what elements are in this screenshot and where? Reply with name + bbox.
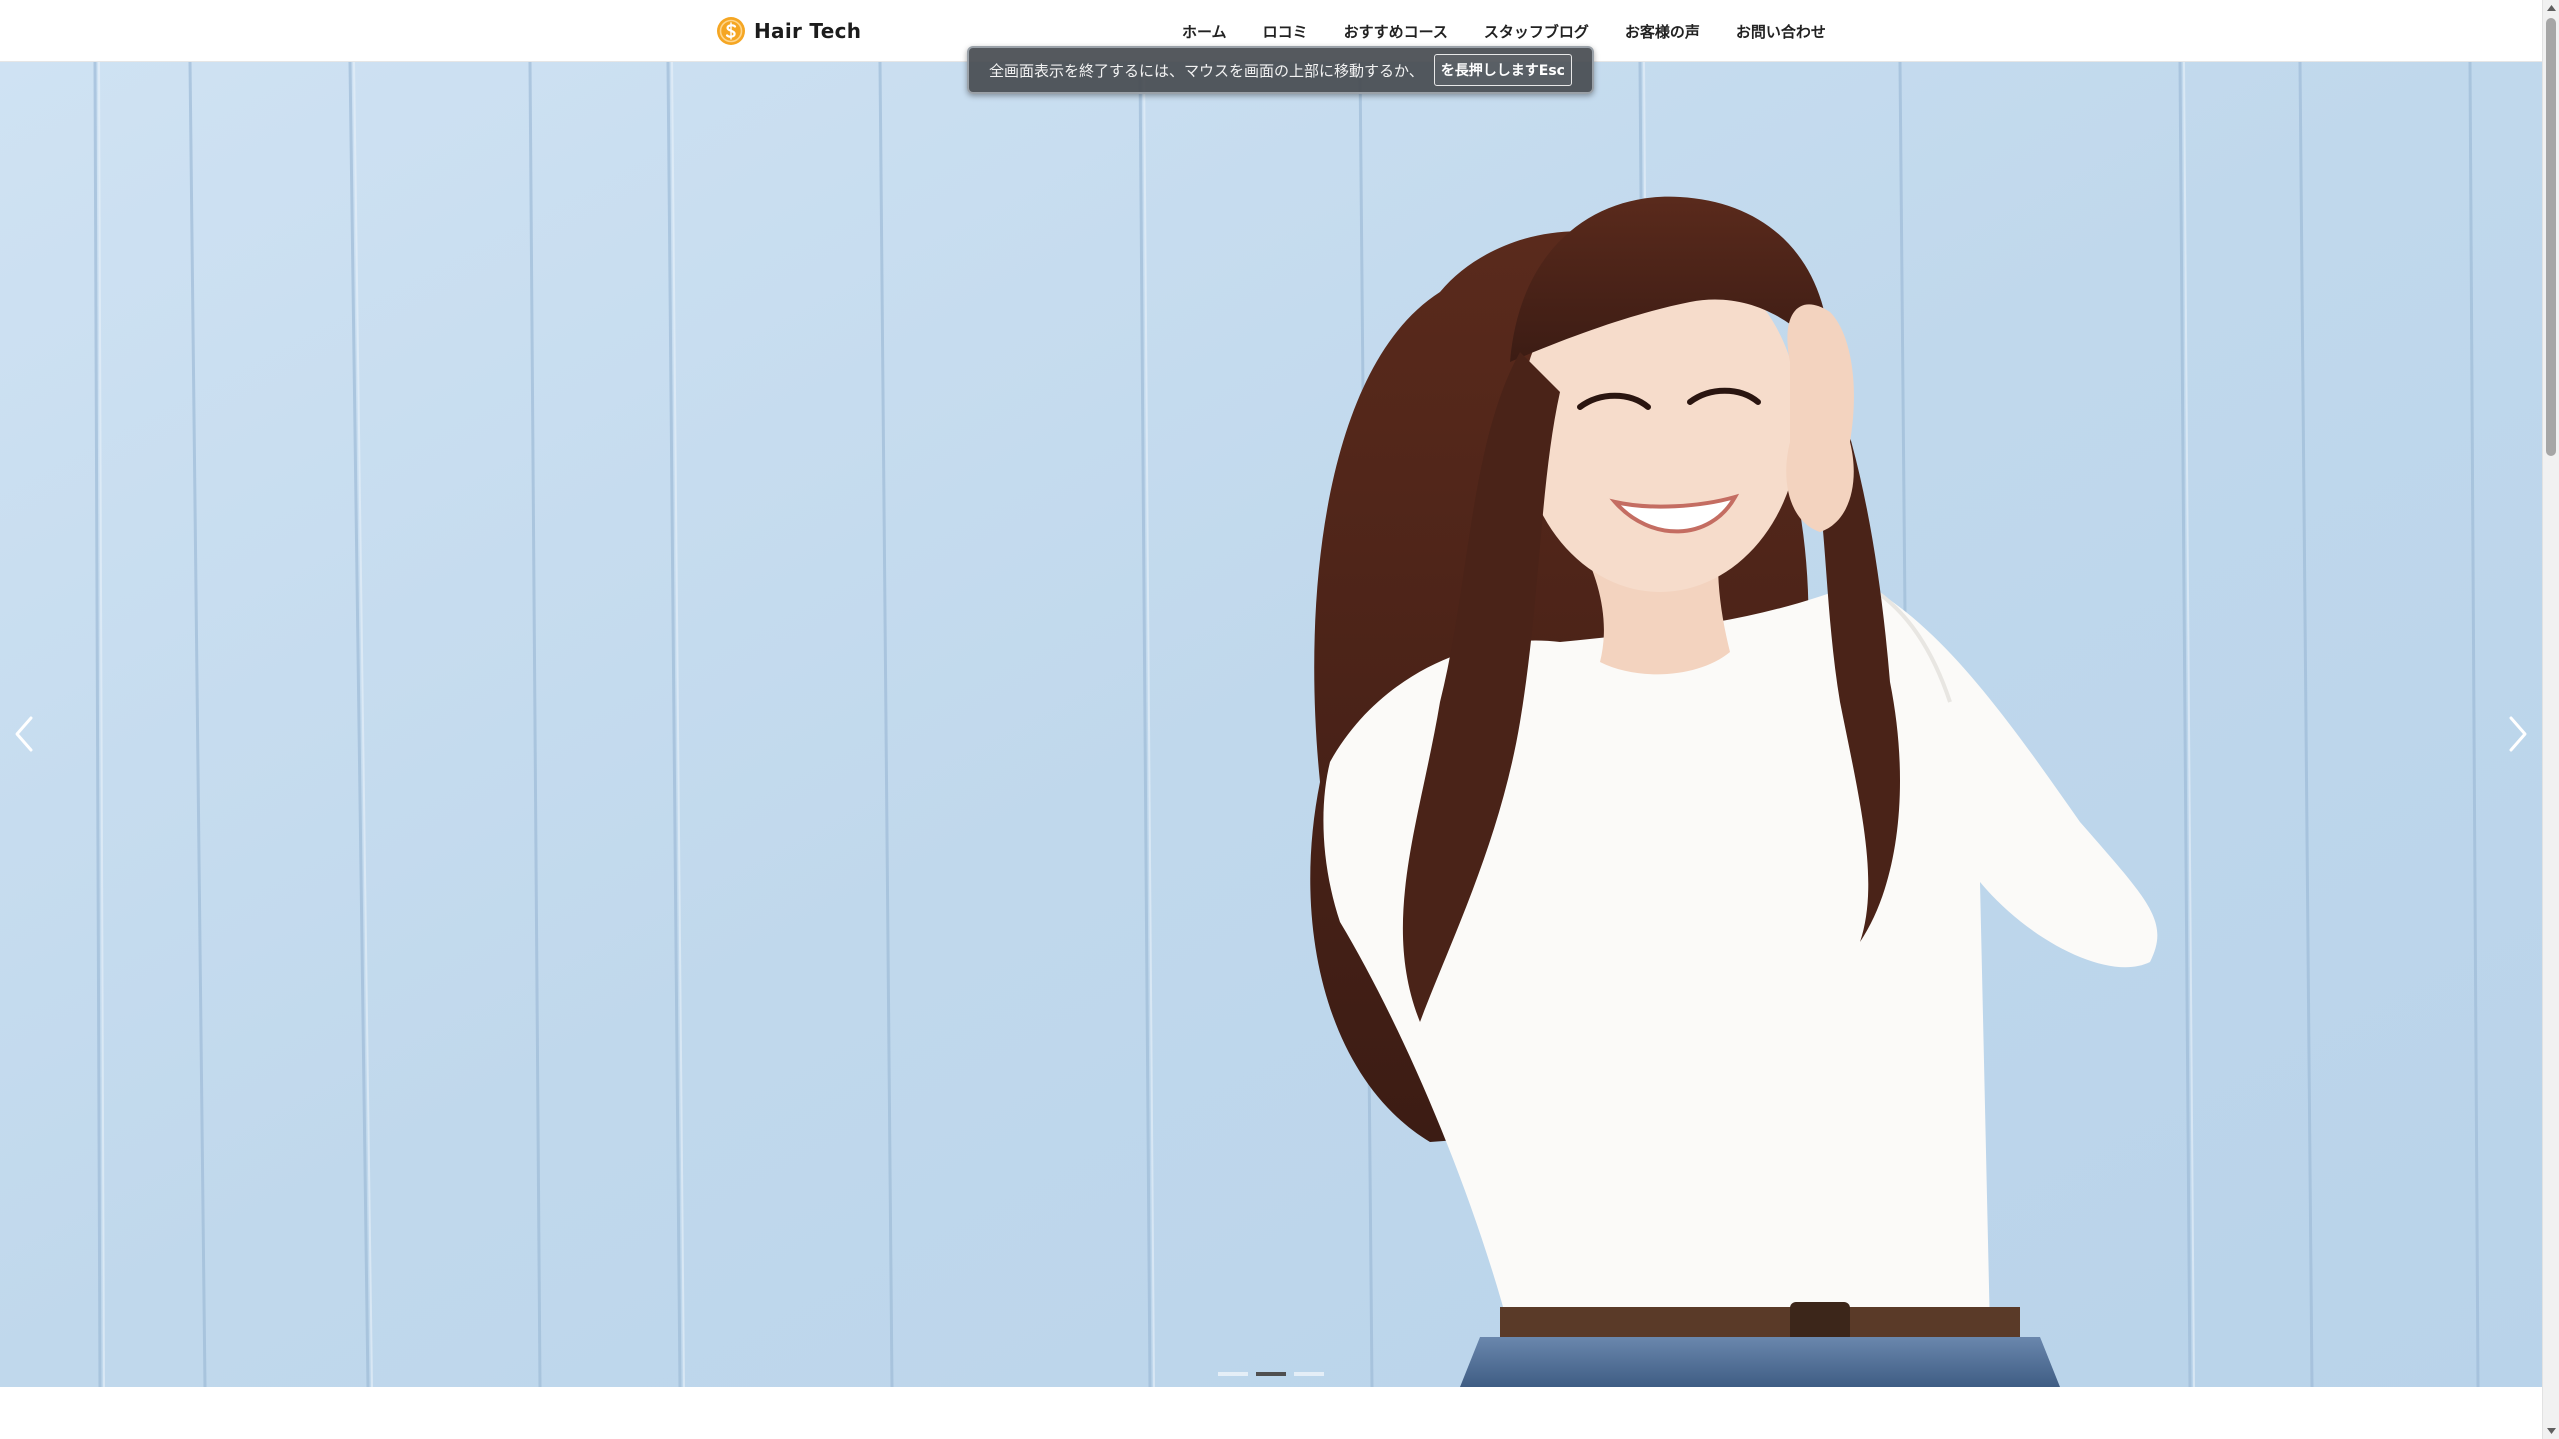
nav-item-reviews[interactable]: ロコミ [1263,21,1308,42]
scroll-down-button[interactable] [2543,1423,2559,1439]
nav-item-courses[interactable]: おすすめコース [1344,21,1448,42]
fullscreen-exit-notice: 全画面表示を終了するには、マウスを画面の上部に移動するか、 を長押ししますEsc [967,46,1594,94]
slider-prev-button[interactable] [4,698,44,770]
slider-dot-2[interactable] [1256,1372,1286,1376]
slider-next-button[interactable] [2498,698,2538,770]
chevron-left-icon [15,716,33,752]
hero-slide-image [0,62,2542,1387]
logo-link[interactable]: Hair Tech [716,15,861,47]
triangle-up-icon [2547,5,2556,11]
nav-item-staff-blog[interactable]: スタッフブログ [1484,21,1589,42]
logo-text: Hair Tech [754,19,862,43]
hero-slider [0,62,2542,1387]
esc-key-hint: を長押ししますEsc [1433,54,1572,86]
chevron-right-icon [2509,716,2527,752]
coin-s-logo-icon [717,17,745,45]
slider-pagination [1218,1370,1328,1378]
slider-dot-3[interactable] [1294,1372,1324,1376]
slider-dot-1[interactable] [1218,1372,1248,1376]
nav-item-home[interactable]: ホーム [1182,21,1227,42]
page-scrollbar[interactable] [2542,0,2559,1439]
triangle-down-icon [2547,1428,2556,1434]
scrollbar-thumb[interactable] [2546,18,2556,456]
nav-item-testimonials[interactable]: お客様の声 [1625,21,1700,42]
fullscreen-notice-text: 全画面表示を終了するには、マウスを画面の上部に移動するか、 [989,61,1424,80]
scroll-up-button[interactable] [2543,0,2559,16]
nav-item-contact[interactable]: お問い合わせ [1736,21,1826,42]
